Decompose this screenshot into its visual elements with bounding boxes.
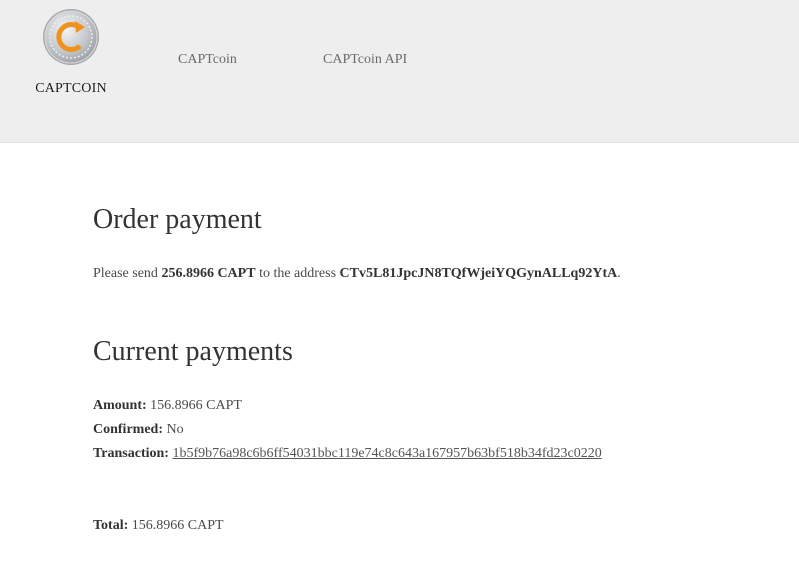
- order-payment-heading: Order payment: [93, 204, 262, 235]
- current-payments-heading: Current payments: [93, 336, 293, 367]
- transaction-hash-link[interactable]: 1b5f9b76a98c6b6ff54031bbc119e74c8c643a16…: [172, 446, 601, 461]
- payment-amount-row: Amount: 156.8966 CAPT: [93, 398, 242, 414]
- nav-captcoin-api[interactable]: CAPTcoin API: [323, 52, 407, 68]
- payment-confirmed-row: Confirmed: No: [93, 422, 184, 438]
- amount-label: Amount:: [93, 398, 147, 413]
- nav-captcoin[interactable]: CAPTcoin: [178, 52, 237, 68]
- instruction-suffix: .: [617, 266, 621, 281]
- confirmed-label: Confirmed:: [93, 422, 163, 437]
- total-value: 156.8966 CAPT: [128, 518, 224, 533]
- instruction-middle: to the address: [255, 266, 340, 281]
- captcoin-coin-icon: [43, 9, 99, 65]
- total-label: Total:: [93, 518, 129, 533]
- brand-logo-link[interactable]: CAPTCOIN: [28, 8, 114, 97]
- brand-name: CAPTCOIN: [35, 81, 107, 96]
- instruction-prefix: Please send: [93, 266, 162, 281]
- site-header: CAPTCOIN CAPTcoin CAPTcoin API: [0, 0, 799, 143]
- amount-value: 156.8966 CAPT: [146, 398, 242, 413]
- required-amount: 256.8966 CAPT: [161, 266, 256, 281]
- confirmed-value: No: [163, 422, 184, 437]
- payment-instruction: Please send 256.8966 CAPT to the address…: [93, 266, 621, 282]
- payment-transaction-row: Transaction: 1b5f9b76a98c6b6ff54031bbc11…: [93, 446, 602, 462]
- transaction-label: Transaction:: [93, 446, 169, 461]
- payment-total-row: Total: 156.8966 CAPT: [93, 518, 224, 534]
- payment-address: CTv5L81JpcJN8TQfWjeiYQGynALLq92YtA: [339, 266, 618, 281]
